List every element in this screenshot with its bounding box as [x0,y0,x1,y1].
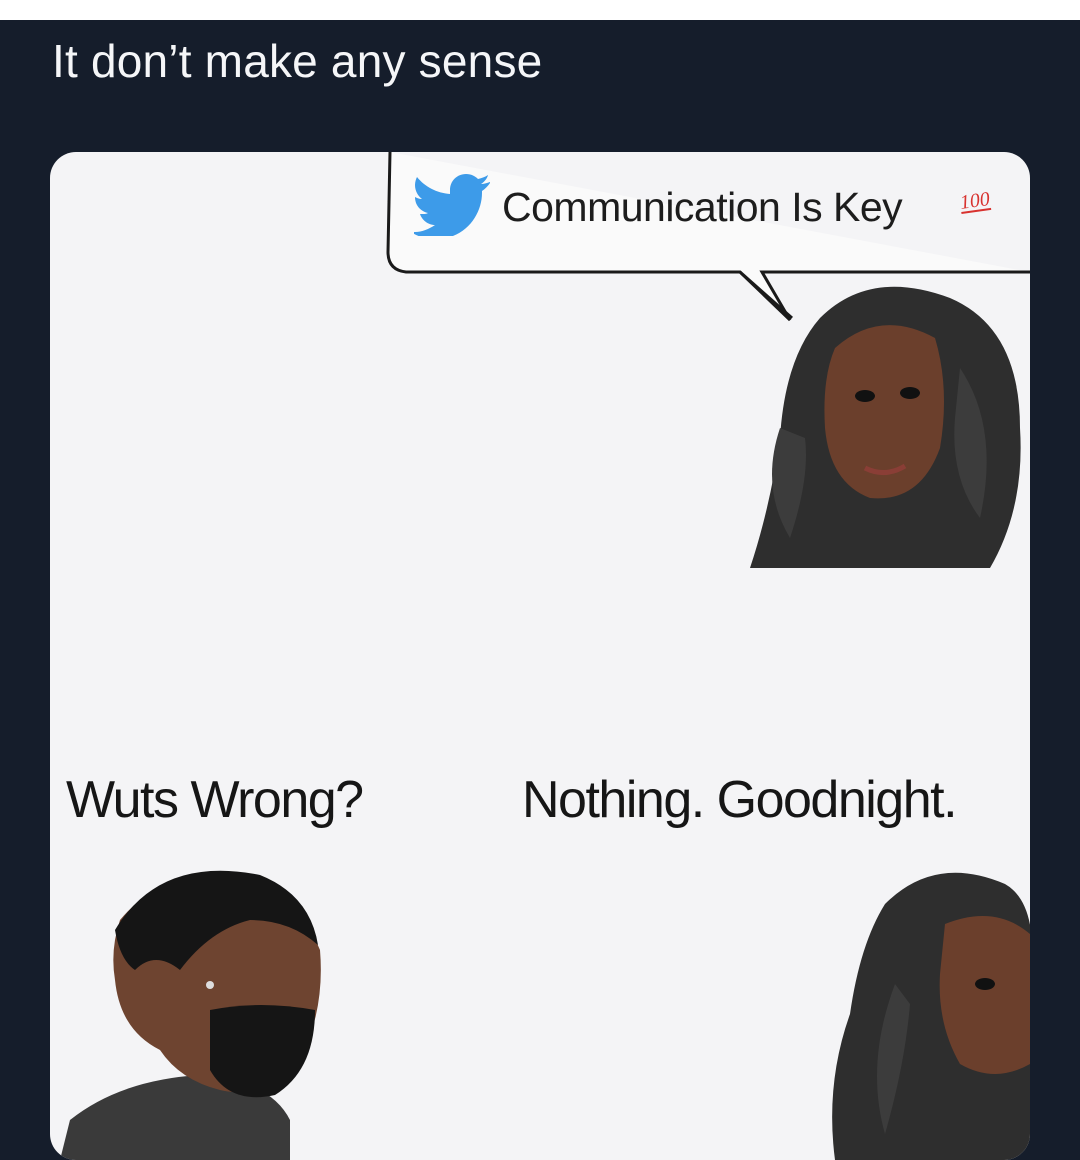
post-caption: It don’t make any sense [52,35,543,87]
woman-illustration-top [750,286,1021,568]
twitter-bird-icon [411,174,492,241]
right-dialogue: Nothing. Goodnight. [522,771,958,829]
woman-illustration-bottom [832,872,1030,1160]
man-illustration [60,870,321,1160]
speech-bubble-text: Communication Is Key [502,184,903,230]
meme-image: Communication Is Key 100 Wuts Wrong? Not… [50,152,1030,1160]
post-container: It don’t make any sense Communication Is… [0,20,1080,1160]
left-dialogue: Wuts Wrong? [66,771,364,829]
hundred-points-icon: 100 [958,188,992,214]
